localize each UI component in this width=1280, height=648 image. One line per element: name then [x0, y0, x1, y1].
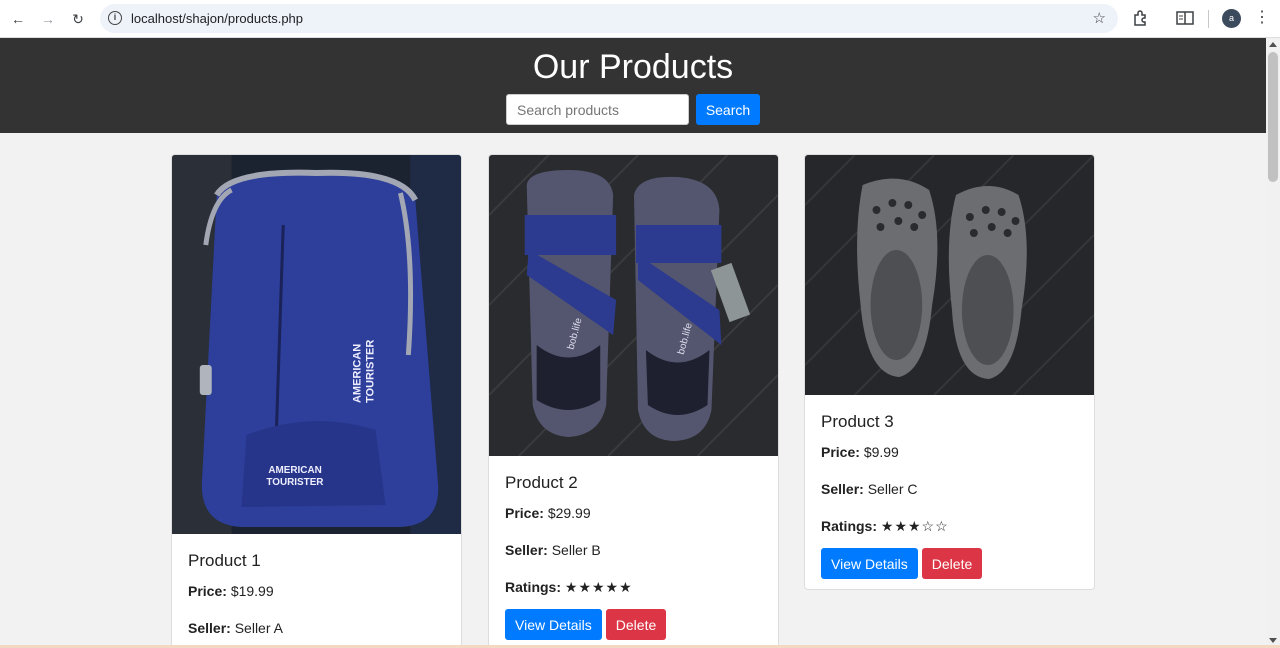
- seller-label: Seller:: [821, 481, 864, 497]
- price-value: $19.99: [230, 583, 274, 599]
- browser-toolbar: ← → ↻ i localhost/shajon/products.php ☆ …: [0, 0, 1280, 38]
- ratings-label: Ratings:: [505, 579, 561, 595]
- product-seller: Seller: Seller C: [821, 481, 1078, 497]
- product-seller: Seller: Seller A: [188, 620, 445, 636]
- seller-label: Seller:: [505, 542, 548, 558]
- seller-label: Seller:: [188, 620, 231, 636]
- delete-button[interactable]: Delete: [605, 609, 667, 640]
- search-input[interactable]: [506, 94, 689, 125]
- delete-button[interactable]: Delete: [921, 548, 983, 579]
- price-label: Price:: [821, 444, 860, 460]
- rating-stars: ★★★★★: [564, 579, 633, 595]
- product-name: Product 2: [505, 473, 578, 492]
- search-button[interactable]: Search: [696, 94, 760, 125]
- address-bar[interactable]: i localhost/shajon/products.php ☆: [100, 4, 1118, 33]
- price-label: Price:: [188, 583, 227, 599]
- scrollbar-thumb[interactable]: [1268, 52, 1278, 182]
- price-value: $29.99: [547, 505, 591, 521]
- seller-value: Seller C: [867, 481, 918, 497]
- svg-text:TOURISTER: TOURISTER: [365, 340, 377, 403]
- ratings-label: Ratings:: [821, 518, 877, 534]
- page-header: Our Products Search: [0, 38, 1266, 133]
- svg-text:AMERICAN: AMERICAN: [352, 344, 364, 403]
- address-url[interactable]: localhost/shajon/products.php: [131, 11, 303, 26]
- product-ratings: Ratings: ★★★☆☆: [821, 518, 1078, 535]
- page-scrollbar[interactable]: [1266, 38, 1280, 648]
- price-value: $9.99: [863, 444, 899, 460]
- profile-avatar[interactable]: a: [1222, 9, 1241, 28]
- product-price: Price: $29.99: [505, 505, 762, 521]
- product-card-body: Product 2 Price: $29.99 Seller: Seller B…: [489, 473, 778, 640]
- bookmark-star-icon[interactable]: ☆: [1093, 9, 1106, 27]
- product-card: Product 3 Price: $9.99 Seller: Seller C …: [804, 154, 1095, 590]
- forward-icon[interactable]: →: [37, 8, 59, 30]
- svg-text:AMERICAN: AMERICAN: [268, 465, 321, 476]
- product-seller: Seller: Seller B: [505, 542, 762, 558]
- scroll-up-arrow-icon[interactable]: [1269, 42, 1277, 47]
- product-image: AMERICAN TOURISTER AMERICAN TOURISTER: [172, 155, 461, 534]
- product-image: bob.life bob.life: [489, 155, 778, 456]
- view-details-button[interactable]: View Details: [821, 548, 918, 579]
- reading-mode-icon[interactable]: [1176, 10, 1194, 26]
- product-price: Price: $19.99: [188, 583, 445, 599]
- product-card-body: Product 3 Price: $9.99 Seller: Seller C …: [805, 412, 1094, 579]
- product-price: Price: $9.99: [821, 444, 1078, 460]
- product-name: Product 1: [188, 551, 261, 570]
- seller-value: Seller A: [234, 620, 283, 636]
- back-icon[interactable]: ←: [7, 8, 29, 30]
- site-info-icon[interactable]: i: [108, 11, 122, 25]
- product-card: AMERICAN TOURISTER AMERICAN TOURISTER Pr…: [171, 154, 462, 648]
- card-actions: View Details Delete: [505, 609, 762, 640]
- seller-value: Seller B: [551, 542, 601, 558]
- rating-stars: ★★★☆☆: [880, 518, 949, 534]
- reload-icon[interactable]: ↻: [67, 8, 89, 30]
- page-title: Our Products: [532, 48, 734, 86]
- product-card: bob.life bob.life Product 2 Price: $29.9…: [488, 154, 779, 648]
- extensions-icon[interactable]: [1132, 9, 1150, 27]
- svg-text:TOURISTER: TOURISTER: [266, 477, 323, 488]
- scroll-down-arrow-icon[interactable]: [1269, 638, 1277, 643]
- product-image: [805, 155, 1094, 395]
- product-card-body: Product 1 Price: $19.99 Seller: Seller A: [172, 551, 461, 636]
- price-label: Price:: [505, 505, 544, 521]
- browser-menu-icon[interactable]: ⋮: [1254, 9, 1270, 27]
- product-ratings: Ratings: ★★★★★: [505, 579, 762, 596]
- view-details-button[interactable]: View Details: [505, 609, 602, 640]
- product-name: Product 3: [821, 412, 894, 431]
- card-actions: View Details Delete: [821, 548, 1078, 579]
- toolbar-divider: [1208, 10, 1209, 28]
